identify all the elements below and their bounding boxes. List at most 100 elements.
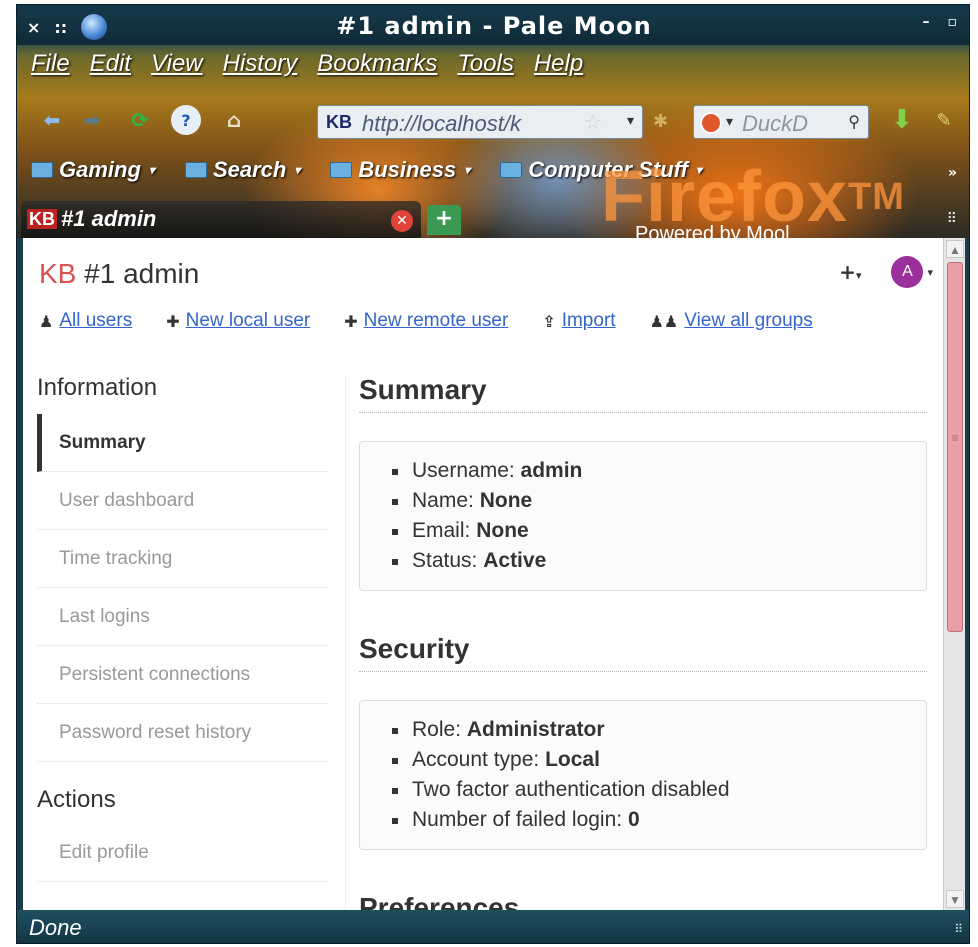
title-bar: × :: #1 admin - Pale Moon – ▫ [17,5,969,45]
plus-icon: ✚ [166,311,180,331]
sidebar-item-summary[interactable]: Summary [37,414,327,472]
folder-icon [31,162,53,178]
addon-paint-icon[interactable]: ✎ [929,105,959,135]
bookmark-folder-business[interactable]: Business ▾ [330,157,470,183]
menu-history[interactable]: History [223,50,298,78]
create-menu-button[interactable]: +▾ [839,260,861,284]
identity-icon[interactable]: ? [171,105,201,135]
scrollbar-thumb[interactable]: ≡ [947,262,963,632]
security-account-type: Account type: Local [392,745,926,775]
all-users-link[interactable]: ♟ All users [39,310,132,332]
menu-file[interactable]: File [31,50,70,78]
search-placeholder[interactable]: DuckD [742,111,838,137]
duckduckgo-engine-icon[interactable] [700,112,722,134]
maximize-icon[interactable]: ▫ [948,14,958,30]
chevron-down-icon: ▾ [294,163,301,177]
field-label: Account type: [412,748,540,771]
bookmarks-overflow-icon[interactable]: » [948,165,957,181]
new-remote-user-link[interactable]: ✚ New remote user [344,310,508,332]
sidebar-item-time-tracking[interactable]: Time tracking [37,530,327,588]
field-value: Administrator [466,718,605,741]
window-title: #1 admin - Pale Moon [336,12,652,40]
forward-arrow-icon[interactable]: ➡ [77,105,107,135]
security-title: Security [359,633,927,672]
field-label: Email: [412,519,471,542]
folder-icon [184,162,207,178]
upload-icon: ⇪ [542,311,556,331]
link-text[interactable]: New local user [186,310,311,332]
reload-icon[interactable]: ⟳ [125,105,155,135]
url-text[interactable]: http://localhost/k [362,111,580,137]
bookmark-star-icon[interactable]: ☆ [584,110,602,135]
field-value: Local [545,748,600,771]
bookmark-folder-gaming[interactable]: Gaming ▾ [31,157,155,183]
field-value: None [476,519,529,542]
download-arrow-icon[interactable]: ⬇ [887,105,917,135]
sidebar-item-edit-profile[interactable]: Edit profile [37,824,327,882]
security-panel: Role: Administrator Account type: Local … [359,700,927,850]
field-value: 0 [627,808,640,831]
sidebar-item-password-reset-history[interactable]: Password reset history [37,704,327,762]
navigation-toolbar: ⬅ ➡ ⟳ ? ⌂ KB http://localhost/k ☆ ▾ ✱ ▾ … [31,101,969,141]
preferences-title: Preferences [359,892,927,910]
sidebar-heading-actions: Actions [37,786,116,813]
tab-admin[interactable]: KB #1 admin ✕ [21,201,421,238]
import-link[interactable]: ⇪ Import [542,310,615,332]
group-icon: ♟♟ [649,311,679,331]
menu-edit[interactable]: Edit [90,50,131,78]
sidebar-item-persistent-connections[interactable]: Persistent connections [37,646,327,704]
kanboard-logo[interactable]: KB [39,258,76,289]
header-actions: +▾ A ▾ [839,256,933,288]
summary-email: Email: None [392,516,926,546]
sidebar-item-user-dashboard[interactable]: User dashboard [37,472,327,530]
security-role: Role: Administrator [392,715,926,745]
new-local-user-link[interactable]: ✚ New local user [166,310,310,332]
status-bar: Done ⠿ [17,910,969,943]
field-label: Status: [412,549,478,572]
chevron-down-icon: ▾ [148,163,155,177]
url-dropdown-icon[interactable]: ▾ [627,112,634,129]
user-toolbar: ♟ All users ✚ New local user ✚ New remot… [39,310,813,332]
link-text[interactable]: All users [59,310,132,332]
link-text[interactable]: Import [562,310,616,332]
tab-favicon: KB [27,209,57,229]
avatar[interactable]: A [891,256,924,288]
menu-bookmarks[interactable]: Bookmarks [317,50,437,78]
new-tab-button[interactable]: + [427,205,461,235]
search-bar[interactable]: ▾ DuckD ⚲ [693,105,869,139]
resize-grip-icon[interactable]: ⠿ [954,922,963,936]
menu-tools[interactable]: Tools [457,50,513,78]
tab-close-icon[interactable]: ✕ [391,210,413,232]
search-binoculars-icon[interactable]: ⚲ [848,112,860,132]
grip-icon: ≡ [951,431,959,445]
scroll-down-icon[interactable]: ▼ [946,890,964,908]
engine-dropdown-icon[interactable]: ▾ [726,113,733,130]
user-icon: ♟ [39,311,54,331]
menu-view[interactable]: View [151,50,203,78]
field-label: Number of failed login: [412,808,623,831]
page-title-text: #1 admin [84,258,200,289]
tab-label: #1 admin [61,206,157,231]
user-menu[interactable]: A ▾ [891,256,933,288]
security-two-factor: Two factor authentication disabled [392,775,926,805]
page-title: KB #1 admin [39,258,199,290]
view-all-groups-link[interactable]: ♟♟ View all groups [650,310,813,332]
scroll-up-icon[interactable]: ▲ [946,240,964,258]
minimize-icon[interactable]: – [923,14,930,30]
chevron-down-icon[interactable]: ▾ [927,266,933,279]
menu-bar: File Edit View History Bookmarks Tools H… [31,50,583,78]
bookmark-label: Search [212,157,287,182]
sidebar-item-last-logins[interactable]: Last logins [37,588,327,646]
link-text[interactable]: New remote user [364,310,509,332]
tab-list-icon[interactable]: ⠿ [947,211,957,227]
plus-icon: ✚ [344,311,358,331]
link-text[interactable]: View all groups [684,310,813,332]
bookmark-folder-search[interactable]: Search ▾ [184,157,301,183]
address-bar[interactable]: KB http://localhost/k ☆ ▾ [317,105,643,139]
back-arrow-icon[interactable]: ⬅ [37,105,67,135]
home-icon[interactable]: ⌂ [219,105,249,135]
menu-help[interactable]: Help [534,50,583,78]
page-scrollbar[interactable]: ▲ ≡ ▼ [943,238,965,910]
chevron-down-icon: ▾ [464,163,471,177]
summary-title: Summary [359,374,927,413]
